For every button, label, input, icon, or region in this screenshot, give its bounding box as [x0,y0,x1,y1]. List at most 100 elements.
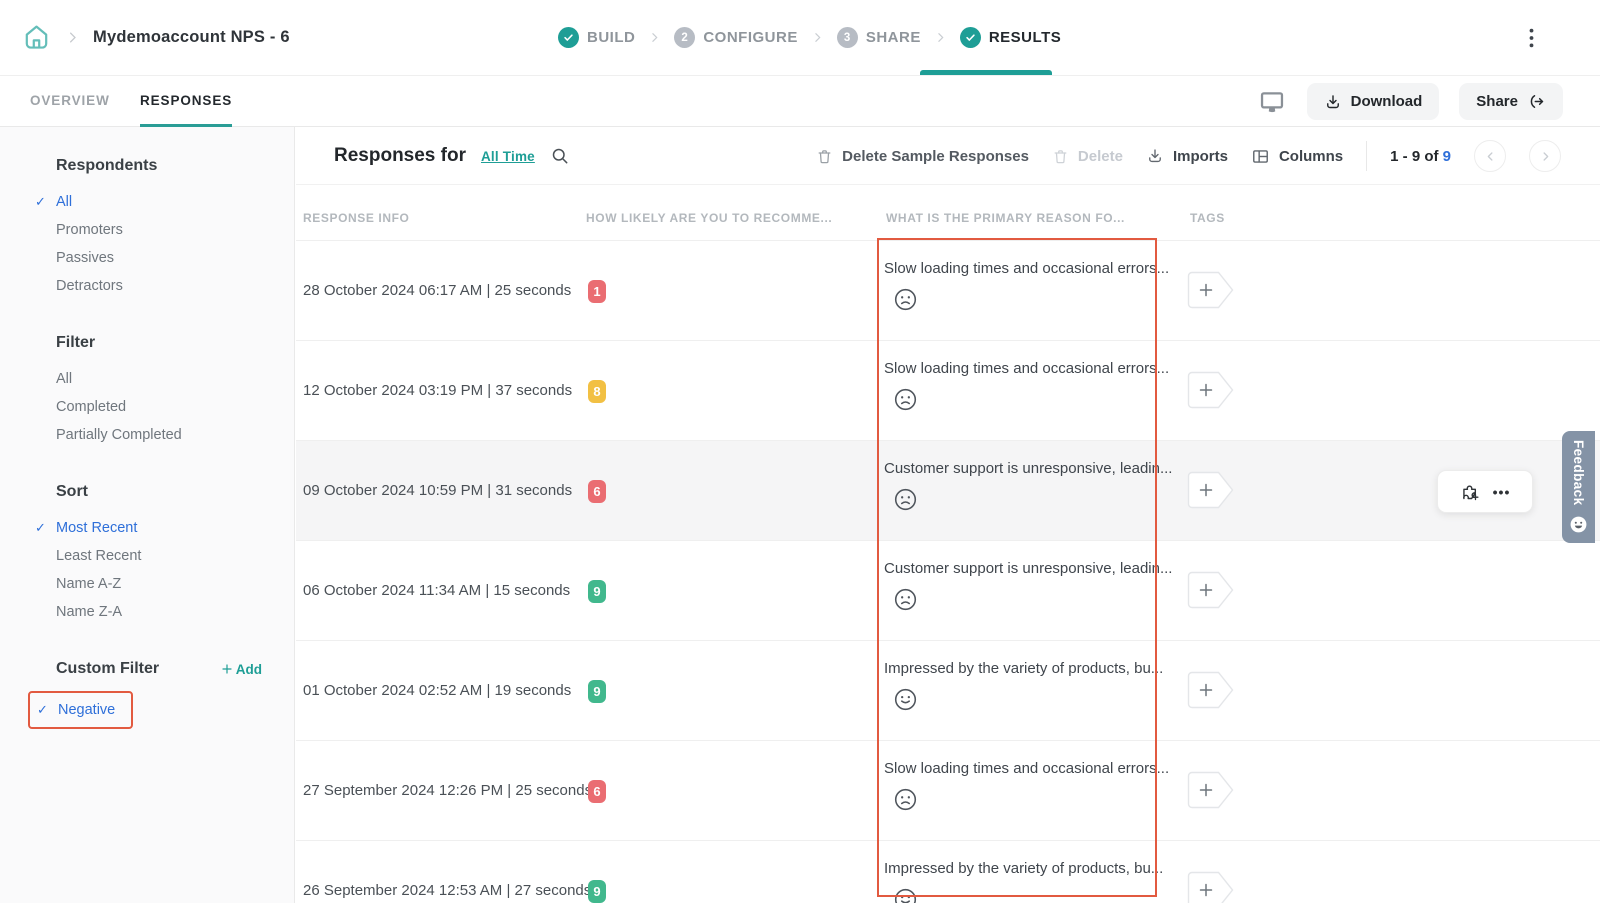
response-row[interactable]: 01 October 2024 02:52 AM | 19 seconds9Im… [296,641,1600,741]
puzzle-plus-icon[interactable] [1460,481,1481,502]
add-tag-button[interactable] [1187,671,1235,709]
toolbar-divider [1366,141,1367,171]
response-row[interactable]: 28 October 2024 06:17 AM | 25 seconds1Sl… [296,241,1600,341]
columns-icon [1251,147,1270,166]
response-row[interactable]: 12 October 2024 03:19 PM | 37 seconds8Sl… [296,341,1600,441]
tab-bar: OVERVIEW RESPONSES Download Share [0,76,1600,127]
sad-face-icon [893,487,918,512]
add-custom-filter-button[interactable]: Add [221,662,262,677]
happy-face-icon [893,687,918,712]
sidebar-item-label: Completed [56,399,126,415]
section-title: Respondents [56,157,157,175]
add-tag-button[interactable] [1187,271,1235,309]
chevron-left-icon [1484,150,1497,163]
sidebar-item-name-a-z[interactable]: Name A-Z [56,570,121,598]
columns-button[interactable]: Columns [1251,147,1343,166]
sidebar-item-label: Most Recent [56,520,137,536]
nps-score-badge: 9 [588,880,606,903]
delete-sample-responses-button[interactable]: Delete Sample Responses [816,148,1029,165]
section-title: Sort [56,483,88,501]
step-results[interactable]: RESULTS [960,27,1061,48]
response-row[interactable]: 09 October 2024 10:59 PM | 31 seconds6Cu… [296,441,1600,541]
home-button[interactable] [20,22,52,54]
check-icon: ✓ [35,193,46,211]
row-more-button[interactable]: ••• [1493,484,1511,500]
add-tag-button[interactable] [1187,771,1235,809]
share-label: Share [1476,93,1518,110]
sidebar-item-label: Name A-Z [56,576,121,592]
sidebar-item-negative[interactable]: ✓Negative [28,691,133,729]
trash-icon [1052,148,1069,165]
response-row[interactable]: 26 September 2024 12:53 AM | 27 seconds9… [296,841,1600,903]
previous-page-button[interactable] [1474,140,1506,172]
step-share[interactable]: 3SHARE [837,27,921,48]
step-configure[interactable]: 2CONFIGURE [674,27,798,48]
check-circle-icon [960,27,981,48]
import-icon [1146,147,1164,165]
step-label: SHARE [866,29,921,46]
add-tag-button[interactable] [1187,371,1235,409]
share-button[interactable]: Share [1459,83,1563,120]
sidebar-item-completed[interactable]: Completed [56,393,126,421]
tab-overview[interactable]: OVERVIEW [30,76,110,127]
pagination-range: 1 - 9 of 9 [1390,148,1451,165]
step-build[interactable]: BUILD [558,27,635,48]
more-menu-button[interactable] [1524,27,1538,49]
next-page-button[interactable] [1529,140,1561,172]
delete-button[interactable]: Delete [1052,148,1123,165]
sidebar-item-all[interactable]: All [56,365,72,393]
sad-face-icon [893,287,918,312]
preview-button[interactable] [1259,89,1285,115]
sidebar-item-label: Negative [58,702,115,718]
sidebar-item-label: Name Z-A [56,604,122,620]
response-info-text: 26 September 2024 12:53 AM | 27 seconds [303,841,591,903]
sidebar-item-all[interactable]: ✓All [56,188,72,216]
imports-button[interactable]: Imports [1146,147,1228,165]
time-filter-link[interactable]: All Time [481,149,535,164]
reason-text: Slow loading times and occasional errors… [884,260,1169,277]
delete-sample-label: Delete Sample Responses [842,148,1029,165]
add-tag-button[interactable] [1187,571,1235,609]
sidebar-item-name-z-a[interactable]: Name Z-A [56,598,122,626]
nps-score-badge: 6 [588,480,606,503]
response-row[interactable]: 06 October 2024 11:34 AM | 15 seconds9Cu… [296,541,1600,641]
sidebar-item-label: Passives [56,250,114,266]
tab-responses[interactable]: RESPONSES [140,76,232,127]
sidebar-item-label: Least Recent [56,548,141,564]
sad-face-icon [893,787,918,812]
response-info-text: 28 October 2024 06:17 AM | 25 seconds [303,241,571,340]
check-icon: ✓ [35,519,46,537]
sidebar-item-detractors[interactable]: Detractors [56,272,123,300]
feedback-tab[interactable]: Feedback [1562,431,1595,543]
sidebar-section-sort: Sort✓Most RecentLeast RecentName A-ZName… [0,483,294,626]
response-row[interactable]: 27 September 2024 12:26 PM | 25 seconds6… [296,741,1600,841]
breadcrumb-chevron-icon [65,30,80,45]
response-info-text: 27 September 2024 12:26 PM | 25 seconds [303,741,592,840]
sidebar-item-promoters[interactable]: Promoters [56,216,123,244]
feedback-label: Feedback [1571,440,1586,505]
sidebar-item-most-recent[interactable]: ✓Most Recent [56,514,137,542]
sidebar-item-passives[interactable]: Passives [56,244,114,272]
responses-toolbar: Responses for All Time Delete Sample Res… [296,127,1600,185]
download-label: Download [1351,93,1423,110]
reason-text: Impressed by the variety of products, bu… [884,660,1163,677]
responses-table: 28 October 2024 06:17 AM | 25 seconds1Sl… [296,240,1600,903]
step-number-badge: 2 [674,27,695,48]
reason-text: Impressed by the variety of products, bu… [884,860,1163,877]
add-tag-button[interactable] [1187,471,1235,509]
delete-label: Delete [1078,148,1123,165]
check-circle-icon [558,27,579,48]
sidebar-section-custom-filter: Custom FilterAdd✓Negative [0,660,294,729]
add-tag-button[interactable] [1187,871,1235,903]
section-title: Filter [56,334,95,352]
search-button[interactable] [550,146,570,166]
download-button[interactable]: Download [1307,83,1440,120]
reason-text: Slow loading times and occasional errors… [884,760,1169,777]
plus-icon [221,663,233,675]
sidebar-item-least-recent[interactable]: Least Recent [56,542,141,570]
nps-score-badge: 9 [588,680,606,703]
pagination-total: 9 [1443,148,1451,165]
sidebar-section-filter: Filter All Completed Partially Completed [0,334,294,449]
columns-label: Columns [1279,148,1343,165]
sidebar-item-partially-completed[interactable]: Partially Completed [56,421,182,449]
